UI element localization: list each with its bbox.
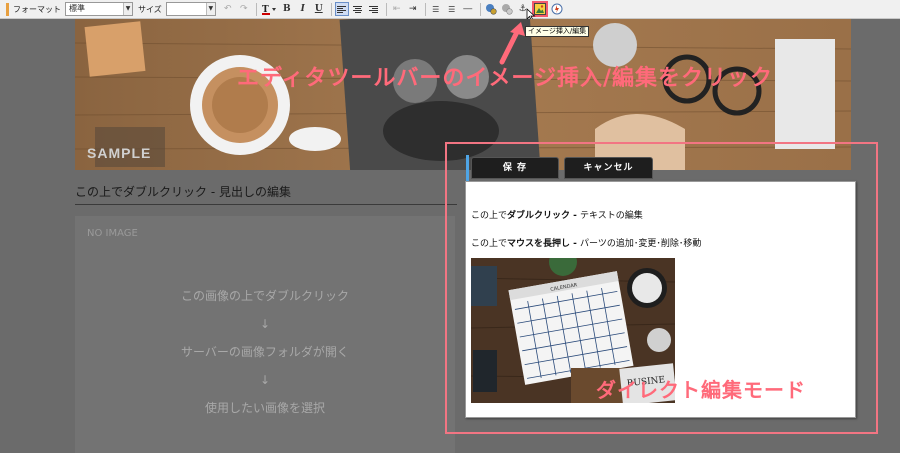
callout-instruction: エディタツールバーのイメージ挿入/編集をクリック	[236, 66, 774, 91]
image-button-tooltip: イメージ挿入/編集	[525, 26, 590, 37]
instruction-text-edit[interactable]: この上でダブルクリック - テキストの編集	[471, 208, 643, 221]
chevron-down-icon: ▼	[123, 3, 132, 15]
bold-icon: B	[282, 4, 291, 14]
insert-flash-button[interactable]	[550, 2, 564, 16]
unlink-icon	[501, 4, 513, 15]
instruction-step: サーバーの画像フォルダが開く	[181, 345, 349, 359]
italic-button[interactable]: I	[296, 2, 310, 16]
instruction-step: この画像の上でダブルクリック	[180, 289, 349, 303]
no-image-placeholder[interactable]: NO IMAGE この画像の上でダブルクリック ↓ サーバーの画像フォルダが開く…	[75, 216, 455, 453]
cancel-button[interactable]: キャンセル	[564, 157, 653, 179]
outdent-button[interactable]: ⇤	[390, 2, 404, 16]
align-right-button[interactable]	[367, 2, 381, 16]
toolbar-divider	[255, 2, 257, 16]
instruction-action: ダブルクリック -	[507, 211, 581, 221]
placeholder-instructions: この画像の上でダブルクリック ↓ サーバーの画像フォルダが開く ↓ 使用したい画…	[75, 282, 455, 422]
section-heading[interactable]: この上でダブルクリック - 見出しの編集	[75, 183, 291, 200]
instruction-arrow: ↓	[259, 317, 271, 331]
redo-button[interactable]: ↷	[237, 2, 251, 16]
drag-handle[interactable]	[466, 155, 469, 181]
align-center-button[interactable]	[351, 2, 365, 16]
ordered-list-icon: ☰	[432, 4, 440, 14]
align-right-icon	[369, 5, 379, 13]
instruction-action: マウスを長押し -	[507, 239, 581, 249]
instruction-result: パーツの追加･変更･削除･移動	[580, 239, 702, 249]
align-center-icon	[353, 5, 363, 13]
toolbar-divider	[385, 2, 387, 16]
size-select[interactable]: ▼	[165, 2, 216, 16]
chevron-down-icon: ▼	[205, 3, 215, 15]
editor-toolbar: フォーマット 標準 ▼ サイズ ▼ ↶ ↷ T B I U ⇤ ⇥ ☰ ☰ ― …	[0, 0, 900, 19]
align-left-button[interactable]	[334, 2, 349, 16]
instruction-prefix: この上で	[471, 239, 508, 249]
horizontal-rule-icon: ―	[463, 4, 473, 14]
toolbar-divider	[479, 2, 481, 16]
underline-icon: U	[314, 4, 323, 14]
instruction-arrow: ↓	[259, 373, 271, 387]
toolbar-grip[interactable]	[6, 2, 9, 16]
instruction-step: 使用したい画像を選択	[204, 401, 325, 415]
sample-watermark: SAMPLE	[87, 145, 152, 161]
flash-icon	[551, 3, 563, 15]
indent-button[interactable]: ⇥	[406, 2, 420, 16]
redo-icon: ↷	[239, 4, 248, 14]
toolbar-divider	[330, 2, 332, 16]
save-button[interactable]: 保 存	[471, 157, 559, 179]
instruction-parts-edit[interactable]: この上でマウスを長押し - パーツの追加･変更･削除･移動	[471, 236, 701, 249]
globe-link-icon	[485, 4, 497, 15]
undo-button[interactable]: ↶	[221, 2, 235, 16]
bold-button[interactable]: B	[280, 2, 294, 16]
unordered-list-button[interactable]: ☰	[445, 2, 459, 16]
direct-edit-mode-label: ダイレクト編集モード	[596, 378, 806, 402]
format-select-value: 標準	[69, 4, 85, 13]
format-label: フォーマット	[13, 4, 61, 14]
heading-underline	[75, 204, 457, 205]
toolbar-divider	[424, 2, 426, 16]
instruction-result: テキストの編集	[580, 211, 643, 221]
underline-button[interactable]: U	[312, 2, 326, 16]
unordered-list-icon: ☰	[448, 4, 456, 14]
indent-icon: ⇥	[408, 4, 417, 14]
instruction-prefix: この上で	[471, 211, 508, 221]
ordered-list-button[interactable]: ☰	[429, 2, 443, 16]
align-left-icon	[337, 5, 347, 13]
unlink-button[interactable]	[500, 2, 514, 16]
text-color-icon: T	[261, 5, 276, 15]
format-select[interactable]: 標準 ▼	[65, 2, 133, 16]
italic-icon: I	[300, 4, 305, 14]
no-image-tag: NO IMAGE	[87, 228, 138, 239]
undo-icon: ↶	[223, 4, 232, 14]
horizontal-rule-button[interactable]: ―	[461, 2, 475, 16]
outdent-icon: ⇤	[392, 4, 401, 14]
text-color-button[interactable]: T	[260, 2, 278, 16]
insert-link-button[interactable]	[484, 2, 498, 16]
size-label: サイズ	[138, 4, 162, 14]
